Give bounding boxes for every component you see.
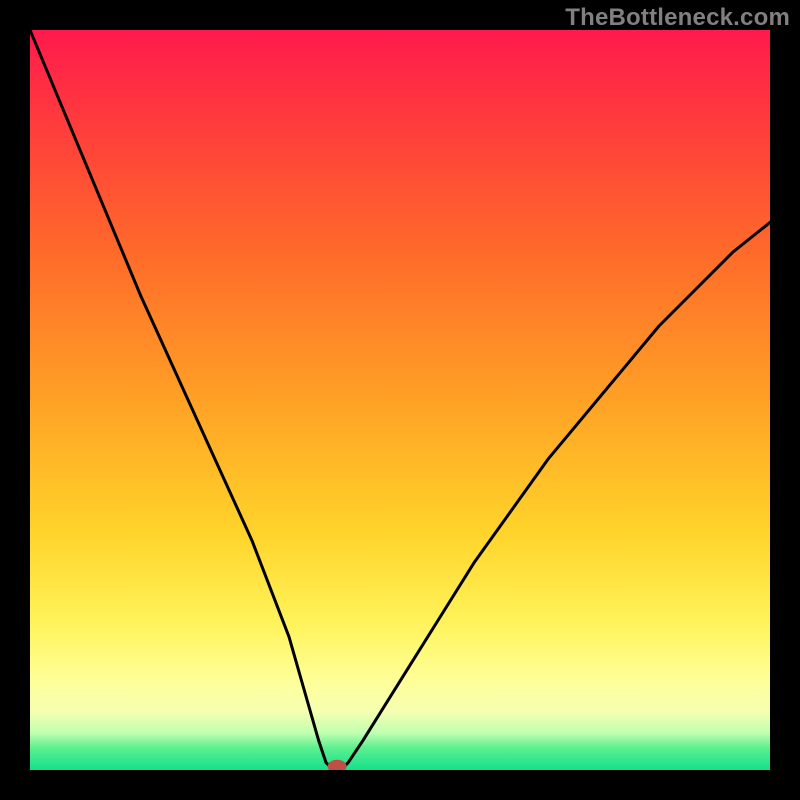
optimal-point-marker — [328, 760, 346, 770]
chart-svg — [30, 30, 770, 770]
watermark-text: TheBottleneck.com — [565, 4, 790, 32]
bottleneck-curve — [30, 30, 770, 770]
plot-area — [30, 30, 770, 770]
chart-frame: TheBottleneck.com — [0, 0, 800, 800]
